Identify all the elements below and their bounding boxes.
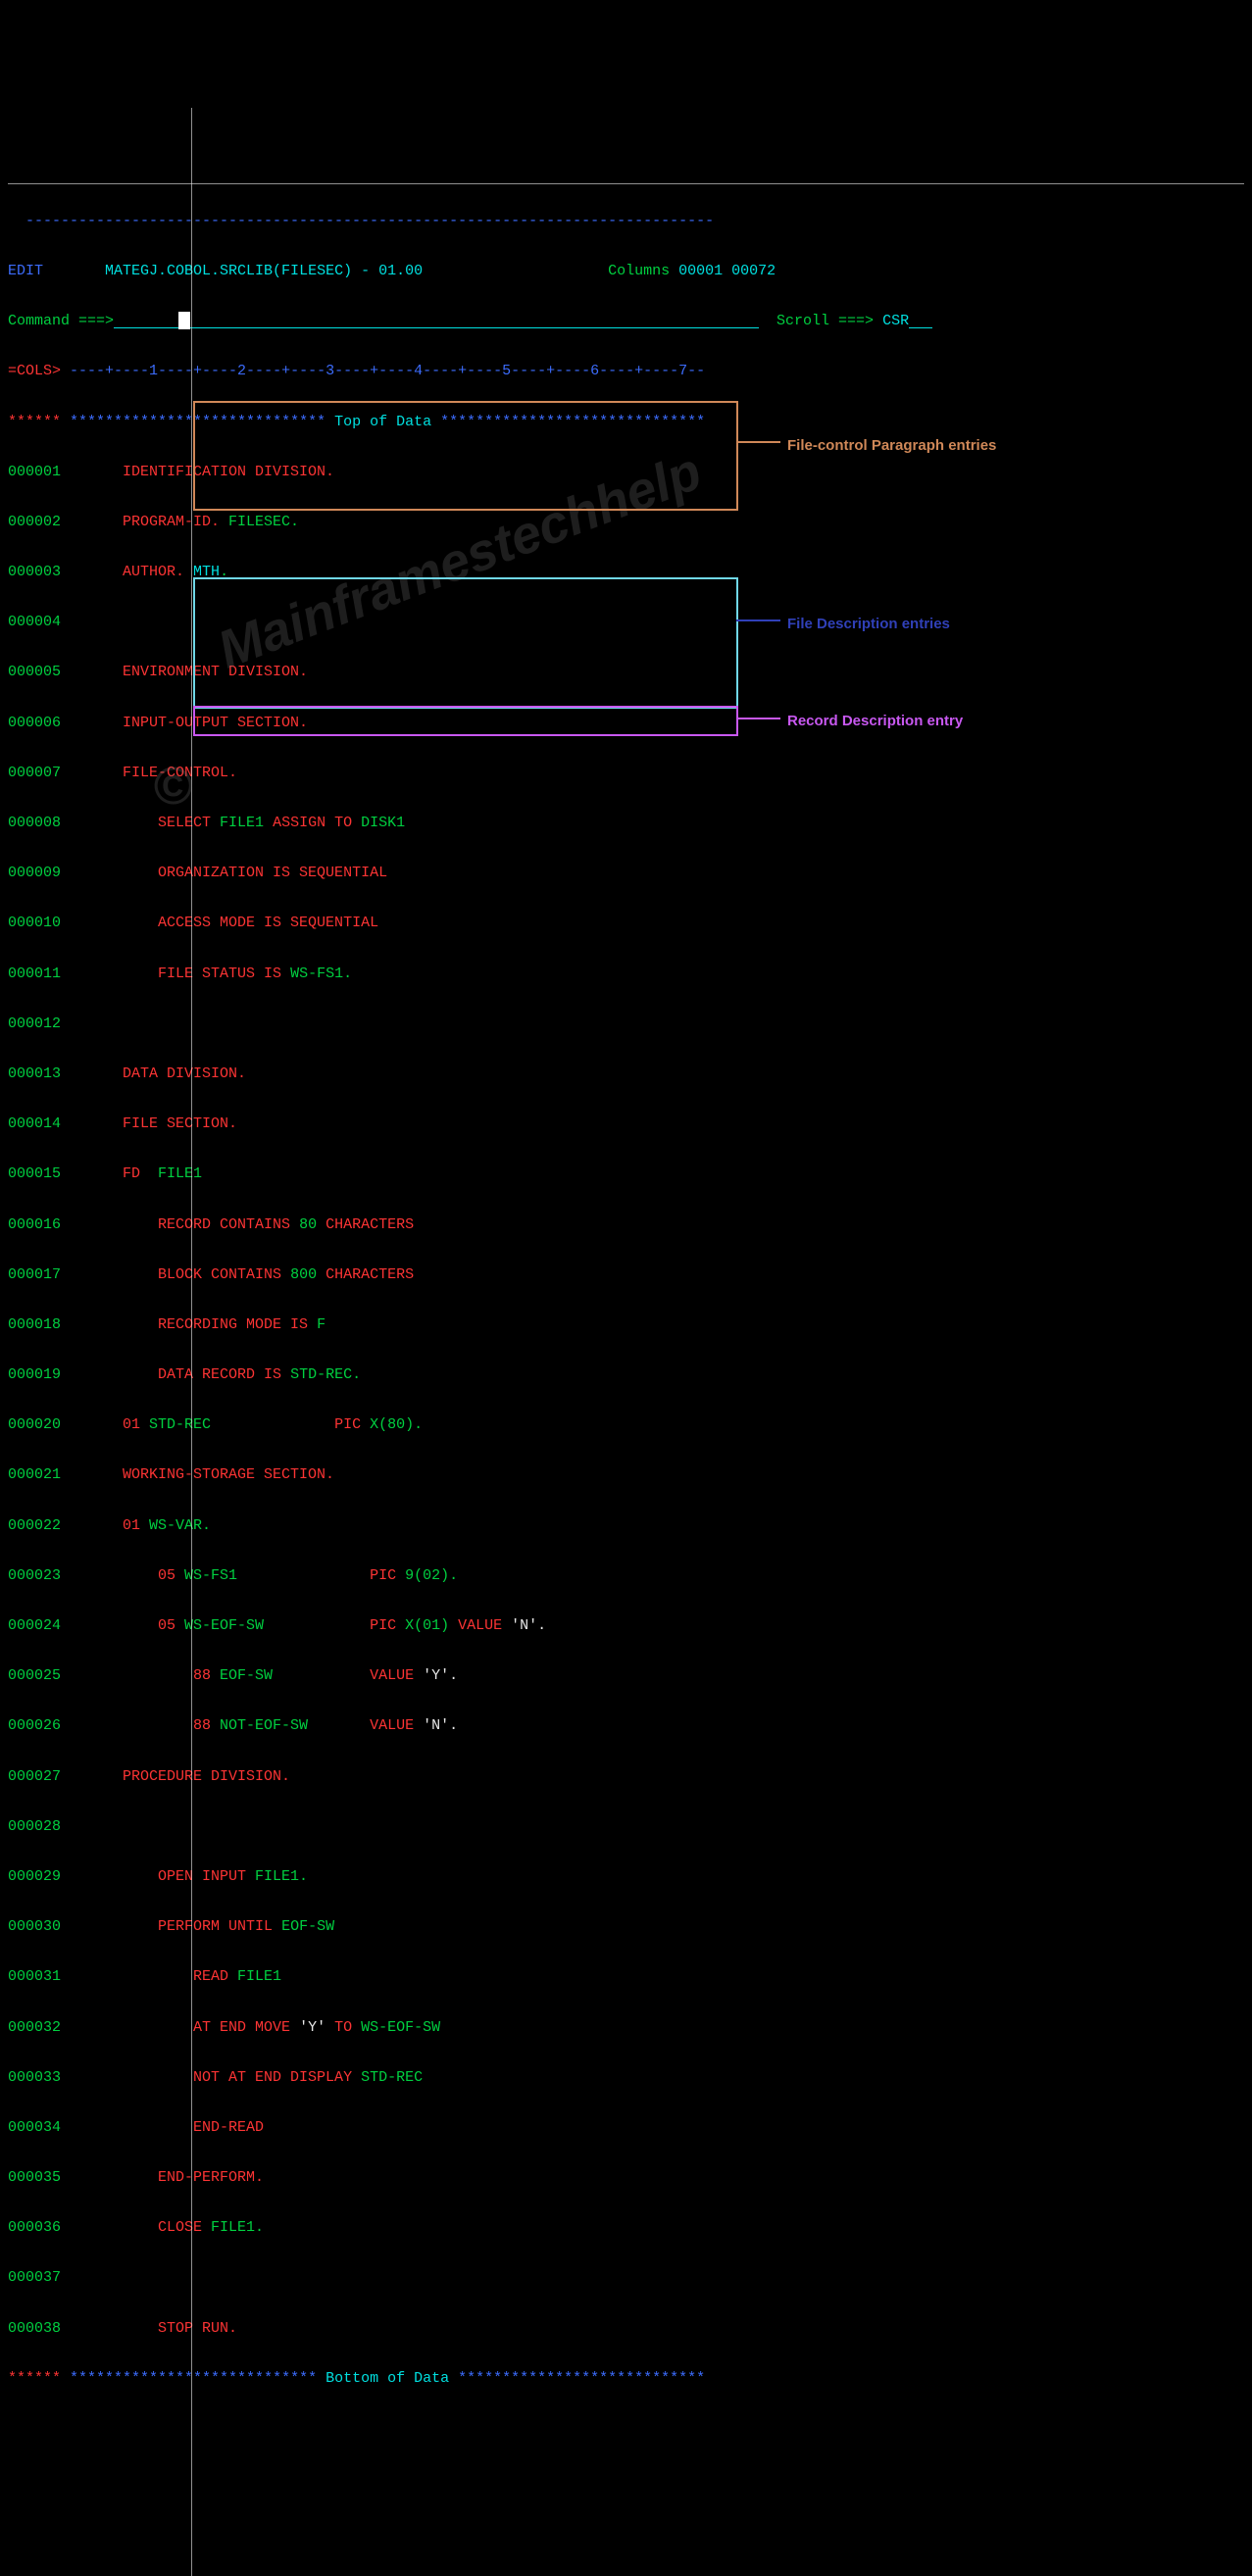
code-line[interactable]: 000036 CLOSE FILE1. bbox=[8, 2215, 1244, 2241]
code-line[interactable]: 000002 PROGRAM-ID. FILESEC. bbox=[8, 510, 1244, 535]
code-line[interactable]: 000037 bbox=[8, 2265, 1244, 2291]
code-line[interactable]: 000008 SELECT FILE1 ASSIGN TO DISK1 bbox=[8, 811, 1244, 836]
columns-label: Columns bbox=[608, 263, 670, 279]
annotation-connector bbox=[736, 441, 780, 443]
code-line[interactable]: 000012 bbox=[8, 1012, 1244, 1037]
code-line[interactable]: 000010 ACCESS MODE IS SEQUENTIAL bbox=[8, 911, 1244, 936]
code-line[interactable]: 000005 ENVIRONMENT DIVISION. bbox=[8, 660, 1244, 685]
horizontal-guide bbox=[8, 183, 1244, 184]
code-line[interactable]: 000009 ORGANIZATION IS SEQUENTIAL bbox=[8, 861, 1244, 886]
code-line[interactable]: 000014 FILE SECTION. bbox=[8, 1112, 1244, 1137]
bottom-of-data: ****** **************************** Bott… bbox=[8, 2366, 1244, 2392]
dash-line: ----------------------------------------… bbox=[8, 209, 1244, 234]
columns-value: 00001 00072 bbox=[678, 263, 776, 279]
header-line-1: EDIT MATEGJ.COBOL.SRCLIB(FILESEC) - 01.0… bbox=[8, 259, 1244, 284]
command-input[interactable] bbox=[114, 326, 759, 328]
file-description-annotation: File Description entries bbox=[787, 612, 950, 637]
vertical-guide bbox=[191, 108, 192, 2576]
file-description-box bbox=[193, 577, 738, 709]
command-label: Command ===> bbox=[8, 313, 114, 329]
scroll-label: Scroll ===> bbox=[776, 313, 874, 329]
code-line[interactable]: 000017 BLOCK CONTAINS 800 CHARACTERS bbox=[8, 1263, 1244, 1288]
ispf-editor: ----------------------------------------… bbox=[8, 108, 1244, 2576]
code-line[interactable]: 000027 PROCEDURE DIVISION. bbox=[8, 1764, 1244, 1790]
code-line[interactable]: 000034 END-READ bbox=[8, 2115, 1244, 2141]
annotation-connector bbox=[736, 718, 780, 719]
code-line[interactable]: 000025 88 EOF-SW VALUE 'Y'. bbox=[8, 1663, 1244, 1689]
file-control-annotation: File-control Paragraph entries bbox=[787, 433, 996, 459]
code-line[interactable]: 000021 WORKING-STORAGE SECTION. bbox=[8, 1462, 1244, 1488]
code-line[interactable]: 000001 IDENTIFICATION DIVISION. bbox=[8, 460, 1244, 485]
code-line[interactable]: 000028 bbox=[8, 1814, 1244, 1840]
code-line[interactable]: 000019 DATA RECORD IS STD-REC. bbox=[8, 1362, 1244, 1388]
code-line[interactable]: 000011 FILE STATUS IS WS-FS1. bbox=[8, 962, 1244, 987]
code-line[interactable]: 000035 END-PERFORM. bbox=[8, 2165, 1244, 2191]
code-line[interactable]: 000020 01 STD-REC PIC X(80). bbox=[8, 1412, 1244, 1438]
edit-mode: EDIT bbox=[8, 263, 43, 279]
code-line[interactable]: 000032 AT END MOVE 'Y' TO WS-EOF-SW bbox=[8, 2015, 1244, 2041]
code-line[interactable]: 000031 READ FILE1 bbox=[8, 1964, 1244, 1990]
code-line[interactable]: 000004 bbox=[8, 610, 1244, 635]
code-line[interactable]: 000007 FILE-CONTROL. bbox=[8, 761, 1244, 786]
code-line[interactable]: 000018 RECORDING MODE IS F bbox=[8, 1313, 1244, 1338]
code-line[interactable]: 000003 AUTHOR. MTH. bbox=[8, 560, 1244, 585]
code-line[interactable]: 000006 INPUT-OUTPUT SECTION. bbox=[8, 711, 1244, 736]
code-line[interactable]: 000013 DATA DIVISION. bbox=[8, 1062, 1244, 1087]
code-line[interactable]: 000033 NOT AT END DISPLAY STD-REC bbox=[8, 2065, 1244, 2091]
code-line[interactable]: 000038 STOP RUN. bbox=[8, 2316, 1244, 2342]
cursor[interactable] bbox=[178, 312, 190, 329]
code-line[interactable]: 000029 OPEN INPUT FILE1. bbox=[8, 1864, 1244, 1890]
code-line[interactable]: 000023 05 WS-FS1 PIC 9(02). bbox=[8, 1563, 1244, 1589]
code-line[interactable]: 000030 PERFORM UNTIL EOF-SW bbox=[8, 1914, 1244, 1940]
title: MATEGJ.COBOL.SRCLIB(FILESEC) - 01.00 bbox=[43, 263, 423, 279]
top-of-data: ****** ***************************** Top… bbox=[8, 410, 1244, 435]
record-description-annotation: Record Description entry bbox=[787, 709, 963, 734]
scroll-value[interactable]: CSR bbox=[882, 313, 932, 329]
code-line[interactable]: 000022 01 WS-VAR. bbox=[8, 1513, 1244, 1539]
code-line[interactable]: 000015 FD FILE1 bbox=[8, 1162, 1244, 1187]
cols-ruler: =COLS> ----+----1----+----2----+----3---… bbox=[8, 359, 1244, 384]
code-line[interactable]: 000016 RECORD CONTAINS 80 CHARACTERS bbox=[8, 1213, 1244, 1238]
header-line-2: Command ===> Scroll ===> CSR bbox=[8, 309, 1244, 334]
annotation-connector bbox=[736, 619, 780, 621]
code-line[interactable]: 000024 05 WS-EOF-SW PIC X(01) VALUE 'N'. bbox=[8, 1613, 1244, 1639]
code-line[interactable]: 000026 88 NOT-EOF-SW VALUE 'N'. bbox=[8, 1713, 1244, 1739]
